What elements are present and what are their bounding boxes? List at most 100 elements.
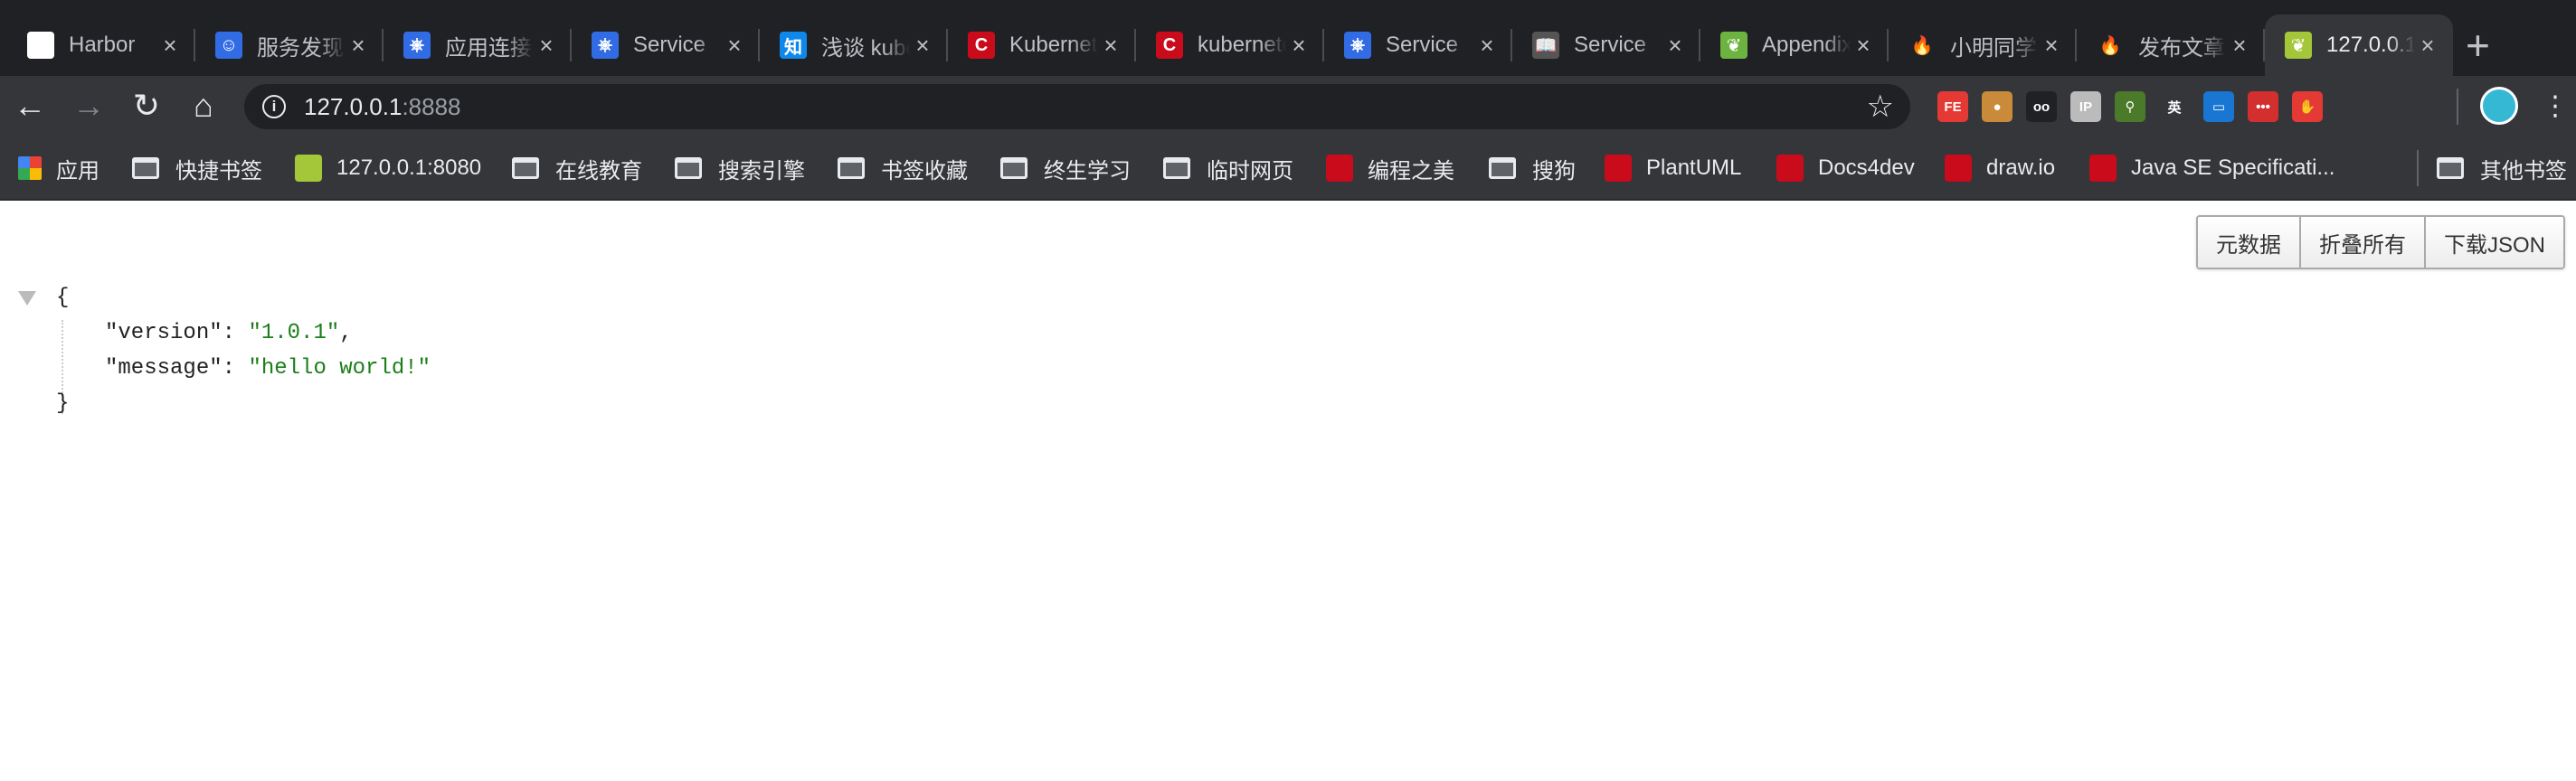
tab[interactable]: ❦ Appendix × (1700, 14, 1889, 76)
bookmark-label: 其他书签 (2480, 158, 2567, 183)
download-json-button[interactable]: 下载JSON (2426, 217, 2564, 268)
tab[interactable]: 知浅谈 kube × (760, 14, 948, 76)
close-tab-icon[interactable]: × (157, 32, 183, 60)
bookmark-item[interactable]: 快捷书签 (132, 152, 262, 184)
collapse-all-button[interactable]: 折叠所有 (2301, 217, 2426, 268)
bookmark-item[interactable]: 127.0.0.1:8080 (295, 152, 481, 184)
tab-title: 127.0.0.1 (2326, 33, 2415, 57)
new-tab-button[interactable]: + (2466, 20, 2490, 71)
fe-helper-icon[interactable]: FE (1937, 91, 1968, 122)
browser-toolbar: ← → ↻ ⌂ i 127.0.0.1:8888 ☆ FE ● oo IP ⚲ 英 ▭ •••… (0, 76, 2576, 136)
tab-title: 应用连接 (445, 35, 532, 61)
menu-kebab-icon[interactable]: ⋮ (2534, 85, 2576, 127)
tab-active[interactable]: ❦ 127.0.0.1 × (2265, 14, 2453, 76)
bookmark-label: 书签收藏 (881, 158, 968, 183)
open-brace: { (56, 286, 70, 310)
tab-title: 小明同学 (1950, 35, 2037, 61)
close-tab-icon[interactable]: × (346, 32, 371, 60)
bookmark-label: 终生学习 (1044, 158, 1131, 183)
bookmark-label: 编程之美 (1368, 158, 1454, 183)
zhihu-icon: 知 (780, 32, 807, 59)
bookmark-item[interactable]: 应用 (18, 152, 99, 184)
bookmark-label: draw.io (1986, 155, 2056, 180)
magnifier-icon[interactable]: ⚲ (2115, 91, 2145, 122)
home-button[interactable]: ⌂ (183, 85, 224, 127)
address-bar[interactable]: i 127.0.0.1:8888 ☆ (244, 84, 1910, 129)
reload-button[interactable]: ↻ (126, 85, 167, 127)
tab-title: Appendix (1762, 33, 1851, 57)
close-tab-icon[interactable]: × (1098, 32, 1123, 60)
close-tab-icon[interactable]: × (1474, 32, 1500, 60)
translate-icon[interactable]: 英 (2159, 91, 2190, 122)
flame-icon: 🔥 (2097, 32, 2124, 59)
tab-title: 浅谈 kube (821, 35, 910, 61)
bookmark-item[interactable]: 搜狗 (1489, 152, 1576, 184)
close-tab-icon[interactable]: × (1662, 32, 1688, 60)
tab[interactable]: ⎈ Service × (572, 14, 760, 76)
folder-icon (2437, 157, 2464, 179)
folder-icon (1163, 157, 1190, 179)
tab[interactable]: ⚓ Harbor × (7, 14, 195, 76)
folder-icon (1489, 157, 1516, 179)
bookmark-item[interactable]: 编程之美 (1326, 152, 1454, 184)
close-tab-icon[interactable]: × (534, 32, 559, 60)
close-tab-icon[interactable]: × (2039, 32, 2064, 60)
bookmark-item[interactable]: 搜索引擎 (675, 152, 805, 184)
collapse-triangle-icon[interactable] (18, 291, 36, 306)
bookmark-item[interactable]: PlantUML (1605, 152, 1741, 184)
bookmark-item[interactable]: 在线教育 (512, 152, 642, 184)
close-tab-icon[interactable]: × (2415, 32, 2440, 60)
csdn-icon: C (1156, 32, 1183, 59)
tab[interactable]: 🔥 小明同学 × (1889, 14, 2077, 76)
bookmark-item[interactable]: Java SE Specificati... (2089, 152, 2334, 184)
lastpass-icon[interactable]: ••• (2248, 91, 2278, 122)
close-tab-icon[interactable]: × (910, 32, 935, 60)
bookmark-label: Docs4dev (1818, 155, 1915, 180)
tab[interactable]: ⎈ 应用连接 × (384, 14, 572, 76)
tab-title: 发布文章 (2138, 35, 2225, 61)
cookie-icon[interactable]: ● (1982, 91, 2012, 122)
harbor-icon: ⚓ (27, 32, 54, 59)
bookmarks-bar: 应用 快捷书签 127.0.0.1:8080 在线教育 搜索引擎 书签收藏 终生学习 临时网页… (0, 136, 2576, 201)
bookmark-item[interactable]: 临时网页 (1163, 152, 1293, 184)
bookmark-item[interactable]: Docs4dev (1776, 152, 1915, 184)
forward-button[interactable]: → (68, 85, 109, 127)
close-tab-icon[interactable]: × (722, 32, 747, 60)
tab[interactable]: 📖 Service × (1512, 14, 1700, 76)
metadata-button[interactable]: 元数据 (2198, 217, 2301, 268)
url-text[interactable]: 127.0.0.1:8888 (304, 93, 461, 121)
folder-icon (512, 157, 539, 179)
site-favicon-icon (1326, 155, 1353, 182)
site-info-icon[interactable]: i (262, 95, 286, 118)
bookmark-star-icon[interactable]: ☆ (1867, 89, 1894, 125)
ip-icon[interactable]: IP (2070, 91, 2101, 122)
close-tab-icon[interactable]: × (1851, 32, 1876, 60)
tab[interactable]: Ckubernetes× (1136, 14, 1324, 76)
bookmark-item[interactable]: 书签收藏 (838, 152, 968, 184)
kubernetes-icon: ⎈ (1344, 32, 1371, 59)
kubernetes-icon: ⎈ (403, 32, 431, 59)
apps-grid-icon (18, 156, 42, 180)
close-tab-icon[interactable]: × (1286, 32, 1312, 60)
tab[interactable]: C Kubernetes× (948, 14, 1136, 76)
json-key: "version" (105, 321, 223, 345)
tab[interactable]: 🔥 发布文章 × (2077, 14, 2265, 76)
bookmark-label: 快捷书签 (175, 158, 262, 183)
bookmark-label: 在线教育 (555, 158, 642, 183)
close-tab-icon[interactable]: × (2227, 32, 2252, 60)
folder-icon (838, 157, 865, 179)
bookmark-item[interactable]: 终生学习 (1000, 152, 1131, 184)
glasses-icon[interactable]: oo (2026, 91, 2057, 122)
adblock-icon[interactable]: ✋ (2292, 91, 2323, 122)
tab[interactable]: ☺ 服务发现 × (195, 14, 384, 76)
site-favicon-icon (1776, 155, 1804, 182)
profile-avatar[interactable] (2480, 87, 2518, 125)
bookmark-label: Java SE Specificati... (2131, 155, 2335, 180)
spring-favicon-icon (295, 155, 322, 182)
tab[interactable]: ⎈ Service × (1324, 14, 1512, 76)
back-button[interactable]: ← (9, 85, 51, 127)
bookmark-label: 应用 (56, 158, 99, 183)
bookmark-item[interactable]: 其他书签 (2437, 152, 2567, 184)
screen-icon[interactable]: ▭ (2203, 91, 2234, 122)
bookmark-item[interactable]: draw.io (1945, 152, 2055, 184)
